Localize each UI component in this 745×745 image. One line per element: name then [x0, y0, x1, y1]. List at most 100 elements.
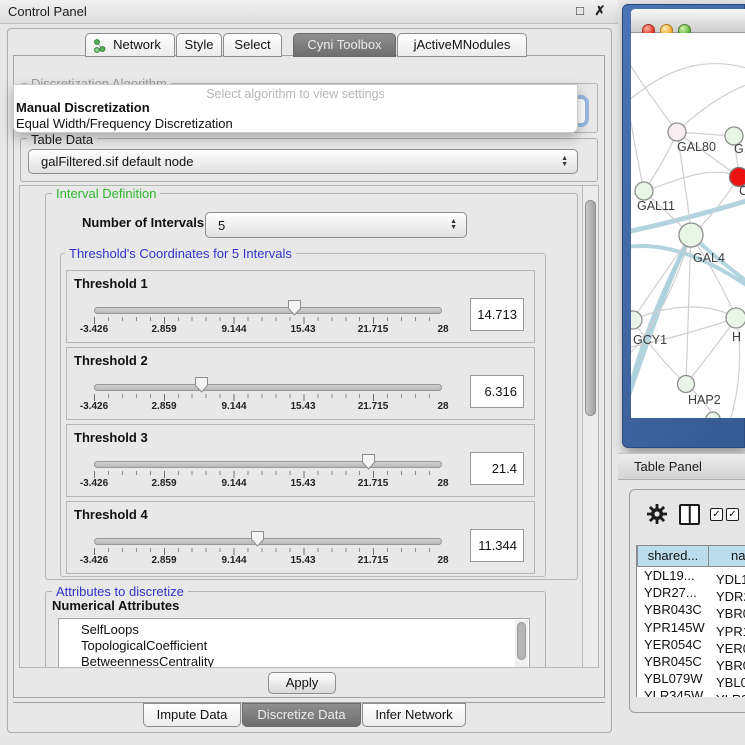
table-row[interactable]: YDL19...YDL1 — [637, 567, 745, 584]
node-gal11[interactable] — [635, 182, 653, 200]
tick-label: 28 — [418, 555, 468, 566]
node-label: G. — [734, 142, 745, 156]
edge — [686, 318, 736, 384]
table-row[interactable]: YDR27...YDR2 — [637, 584, 745, 601]
threshold-1-value-field[interactable]: 14.713 — [470, 298, 524, 331]
tab-infer-network[interactable]: Infer Network — [362, 703, 466, 727]
numerical-attributes-list[interactable]: SelfLoops TopologicalCoefficient Between… — [58, 618, 530, 668]
table-row[interactable]: YER054CYER0 — [637, 636, 745, 653]
threshold-4-slider-thumb[interactable] — [250, 530, 265, 547]
tick-label: -3.426 — [69, 324, 119, 335]
cell[interactable]: YBR043C — [637, 601, 708, 618]
threshold-2-panel: Threshold 2 -3.426 2.859 9.144 15.43 21.… — [66, 347, 535, 420]
table-row[interactable]: YLR345WYLR3 — [637, 687, 745, 697]
apply-button-label: Apply — [286, 675, 319, 690]
tick-label: 15.43 — [278, 401, 328, 412]
list-item[interactable]: SelfLoops — [59, 622, 529, 638]
tick-label: 15.43 — [278, 324, 328, 335]
tick-label: 2.859 — [139, 401, 189, 412]
table-row[interactable]: YPR145WYPR1 — [637, 619, 745, 636]
settings-scrollbar[interactable] — [582, 186, 598, 667]
cell[interactable]: YPR145W — [637, 619, 708, 636]
cell[interactable]: YER054C — [637, 636, 708, 653]
tick-label: -3.426 — [69, 555, 119, 566]
tab-select[interactable]: Select — [223, 33, 282, 57]
thresholds-group-title: Threshold's Coordinates for 5 Intervals — [65, 246, 296, 261]
threshold-3-value-field[interactable]: 21.4 — [470, 452, 524, 485]
edge — [686, 235, 691, 384]
column-layout-icon[interactable] — [679, 504, 700, 525]
checkbox-icon[interactable]: ✓ — [710, 508, 723, 521]
network-graph: GAL80 G. C GAL11 GAL4 GCY1 H HAP2 — [631, 33, 745, 418]
threshold-1-slider[interactable] — [94, 307, 442, 314]
threshold-4-value-field[interactable]: 11.344 — [470, 529, 524, 562]
tab-impute-data-label: Impute Data — [157, 707, 228, 722]
checkbox-icon[interactable]: ✓ — [726, 508, 739, 521]
list-scrollbar[interactable] — [515, 620, 528, 668]
cell[interactable]: YDL19... — [637, 567, 708, 584]
table-row[interactable]: YBR043CYBR0 — [637, 601, 745, 618]
tab-network[interactable]: Network — [85, 33, 175, 57]
algorithm-option-manual[interactable]: Manual Discretization — [16, 100, 568, 116]
tab-style-label: Style — [185, 37, 214, 52]
column-header-shared[interactable]: shared... — [637, 545, 709, 567]
node-gal80[interactable] — [668, 123, 686, 141]
threshold-1-label: Threshold 1 — [74, 276, 148, 291]
close-icon[interactable]: ✗ — [592, 3, 608, 19]
node-hap2[interactable] — [678, 376, 695, 393]
node-gcy1[interactable] — [631, 311, 642, 329]
tick-label: 21.715 — [348, 478, 398, 489]
tick-label: 9.144 — [209, 555, 259, 566]
number-of-intervals-value: 5 — [218, 218, 225, 233]
column-header-name[interactable]: na — [708, 545, 745, 567]
window-title: Control Panel — [8, 4, 87, 19]
tab-infer-network-label: Infer Network — [375, 707, 452, 722]
network-window-titlebar[interactable] — [631, 9, 745, 33]
settings-scrollpane: Interval Definition Number of Intervals … — [19, 185, 599, 668]
table-data-combobox[interactable]: galFiltered.sif default node ▲▼ — [28, 149, 578, 174]
tick-label: 9.144 — [209, 478, 259, 489]
tick-label: 9.144 — [209, 324, 259, 335]
node-label: GAL4 — [693, 251, 725, 265]
table-row[interactable]: YBR045CYBR0 — [637, 653, 745, 670]
cell[interactable]: YDR27... — [637, 584, 708, 601]
tick-label: 2.859 — [139, 555, 189, 566]
settings-scrollbar-thumb[interactable] — [585, 200, 596, 416]
threshold-2-slider[interactable] — [94, 384, 442, 391]
number-of-intervals-combobox[interactable]: 5 ▲▼ — [205, 212, 467, 238]
tab-cyni-toolbox[interactable]: Cyni Toolbox — [293, 33, 396, 57]
tick-marks-major — [94, 471, 443, 478]
interval-definition-title: Interval Definition — [52, 186, 160, 201]
tick-label: 2.859 — [139, 324, 189, 335]
network-canvas[interactable]: GAL80 G. C GAL11 GAL4 GCY1 H HAP2 — [631, 33, 745, 418]
list-scrollbar-thumb[interactable] — [517, 622, 526, 660]
node-partial[interactable] — [706, 412, 720, 418]
threshold-2-value-field[interactable]: 6.316 — [470, 375, 524, 408]
apply-button[interactable]: Apply — [268, 672, 336, 694]
threshold-1-slider-thumb[interactable] — [287, 299, 302, 316]
cell[interactable]: YBR045C — [637, 653, 708, 670]
attributes-group: Attributes to discretize Numerical Attri… — [45, 591, 546, 668]
interval-definition-group: Interval Definition Number of Intervals … — [45, 193, 578, 580]
gear-icon[interactable] — [646, 503, 668, 525]
tick-label: -3.426 — [69, 478, 119, 489]
tab-discretize-data[interactable]: Discretize Data — [242, 703, 361, 727]
threshold-3-slider[interactable] — [94, 461, 442, 468]
node-h[interactable] — [726, 308, 745, 328]
cell[interactable]: YLR345W — [637, 687, 708, 697]
list-item[interactable]: TopologicalCoefficient — [59, 638, 529, 654]
algorithm-option-equal-width[interactable]: Equal Width/Frequency Discretization — [16, 116, 568, 132]
float-icon[interactable]: □ — [572, 3, 588, 18]
table-row[interactable]: YBL079WYBL0 — [637, 670, 745, 687]
node-gal4[interactable] — [679, 223, 703, 247]
tab-network-label: Network — [113, 37, 161, 52]
tick-marks-major — [94, 394, 443, 401]
cell[interactable]: YBL079W — [637, 670, 708, 687]
tab-style[interactable]: Style — [176, 33, 222, 57]
tab-jactivemnodules[interactable]: jActiveMNodules — [397, 33, 527, 57]
threshold-3-slider-thumb[interactable] — [361, 453, 376, 470]
list-item[interactable]: BetweennessCentrality — [59, 654, 529, 668]
threshold-4-slider[interactable] — [94, 538, 442, 545]
threshold-2-slider-thumb[interactable] — [194, 376, 209, 393]
tab-impute-data[interactable]: Impute Data — [143, 703, 241, 727]
